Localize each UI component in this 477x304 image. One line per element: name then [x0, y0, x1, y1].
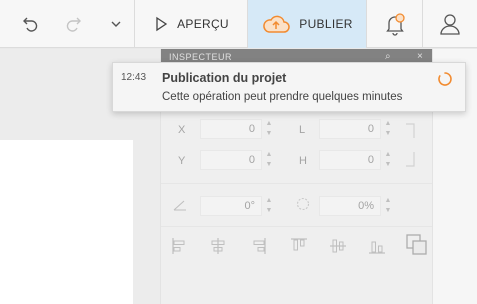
user-icon [440, 14, 460, 35]
play-icon [156, 16, 168, 32]
rotation-input[interactable]: 0° [200, 196, 262, 216]
rotation-stepper[interactable]: ▲ ▼ [265, 196, 273, 216]
align-bottom-icon[interactable] [367, 236, 387, 256]
align-center-v-icon[interactable] [328, 236, 348, 256]
redo-button[interactable] [58, 0, 88, 48]
section-divider [161, 226, 432, 227]
page-canvas[interactable] [0, 140, 133, 304]
chevron-down-icon [111, 21, 121, 27]
y-label: Y [178, 155, 186, 167]
redo-icon [66, 17, 81, 32]
undo-icon [23, 17, 38, 32]
rotation-icon [173, 200, 186, 211]
y-input[interactable]: 0 [200, 150, 262, 170]
publish-label: PUBLIER [299, 17, 353, 31]
preview-button[interactable]: APERÇU [135, 0, 247, 48]
top-toolbar: APERÇU PUBLIER [0, 0, 477, 48]
x-input[interactable]: 0 [200, 119, 262, 139]
x-stepper[interactable]: ▲ ▼ [265, 119, 273, 139]
notification-toast[interactable]: 12:43 Publication du projet Cette opérat… [112, 62, 466, 112]
notification-title: Publication du projet [162, 71, 287, 85]
close-icon[interactable]: × [417, 51, 423, 62]
undo-button[interactable] [16, 0, 46, 48]
height-input[interactable]: 0 [319, 150, 381, 170]
width-input[interactable]: 0 [319, 119, 381, 139]
preview-label: APERÇU [177, 17, 229, 31]
align-left-icon[interactable] [170, 236, 190, 256]
notification-time: 12:43 [121, 72, 147, 83]
x-label: X [178, 124, 186, 136]
width-stepper[interactable]: ▲ ▼ [384, 119, 392, 139]
loading-spinner-icon [438, 72, 452, 86]
more-button[interactable] [104, 0, 128, 48]
notifications-button[interactable] [367, 0, 422, 48]
inspector-title: INSPECTEUR [169, 52, 233, 62]
link-dimensions-icon[interactable] [404, 122, 418, 168]
bell-icon [385, 13, 405, 36]
opacity-stepper[interactable]: ▲ ▼ [384, 196, 392, 216]
y-stepper[interactable]: ▲ ▼ [265, 150, 273, 170]
arrange-icon[interactable] [405, 233, 429, 257]
height-stepper[interactable]: ▲ ▼ [384, 150, 392, 170]
cloud-upload-icon [263, 15, 290, 33]
notification-message: Cette opération peut prendre quelques mi… [162, 91, 403, 103]
profile-button[interactable] [423, 0, 477, 48]
publish-button[interactable]: PUBLIER [248, 0, 366, 48]
align-center-h-icon[interactable] [208, 236, 228, 256]
align-top-icon[interactable] [289, 236, 309, 256]
opacity-icon [296, 197, 310, 211]
section-divider [161, 183, 432, 184]
h-label: H [299, 155, 307, 167]
search-icon[interactable]: ⌕ [385, 51, 391, 62]
align-right-icon[interactable] [248, 236, 268, 256]
opacity-input[interactable]: 0% [319, 196, 381, 216]
l-label: L [299, 124, 306, 136]
